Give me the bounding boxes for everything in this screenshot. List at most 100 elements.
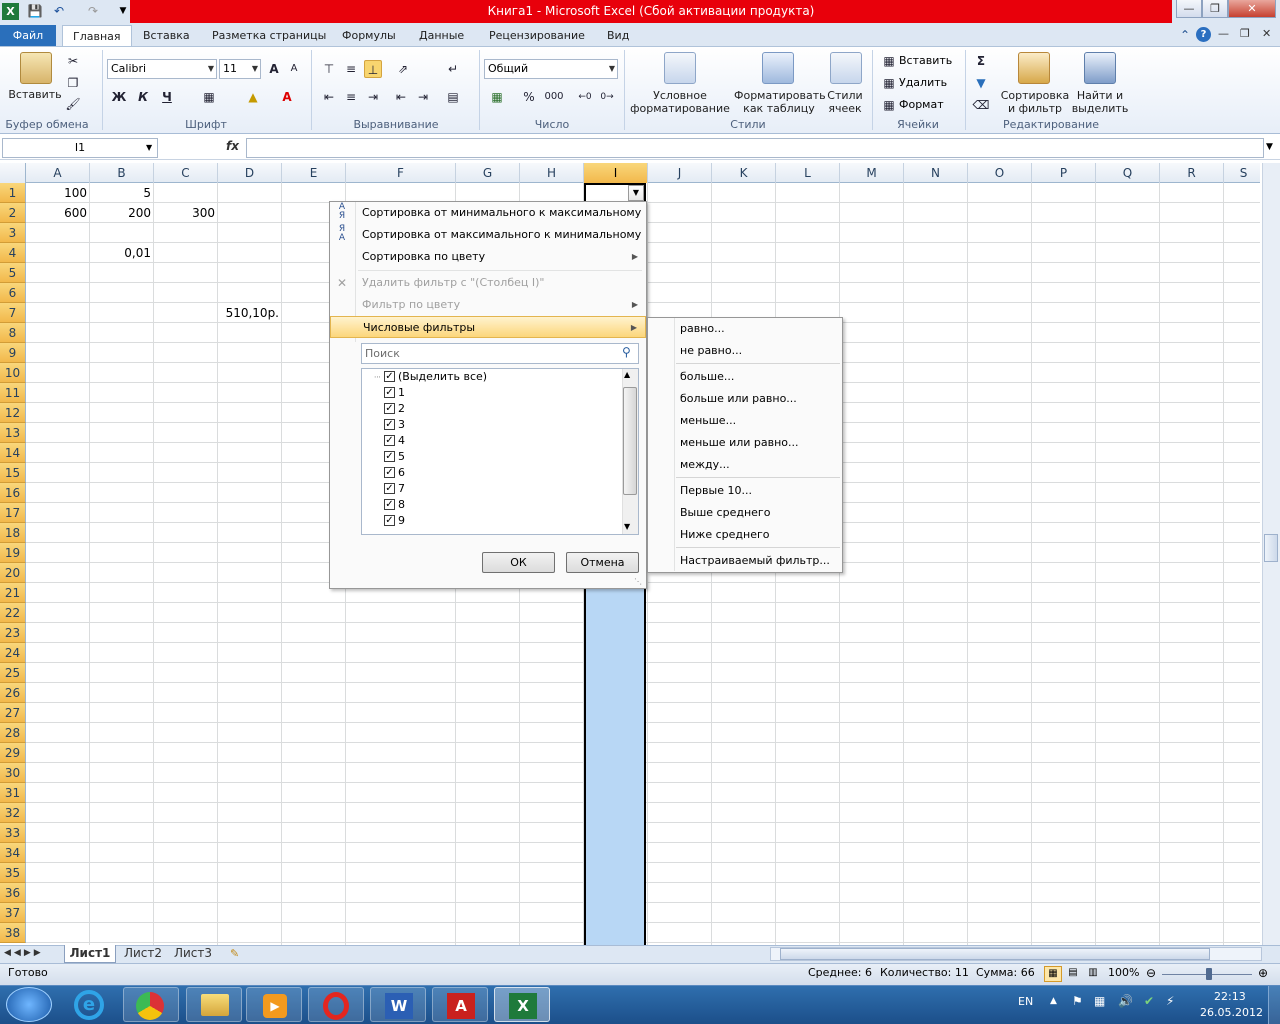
show-hidden-icons-icon[interactable]: ▲ — [1050, 996, 1057, 1006]
column-header-P[interactable]: P — [1032, 163, 1096, 183]
align-middle-icon[interactable]: ≡ — [342, 60, 360, 78]
orientation-icon[interactable]: ⇗ — [394, 60, 412, 78]
number-filter-option[interactable]: меньше или равно... — [680, 432, 799, 454]
row-header-25[interactable]: 25 — [0, 663, 26, 683]
fill-color-icon[interactable]: ▲ — [244, 88, 262, 106]
row-header-36[interactable]: 36 — [0, 883, 26, 903]
column-header-A[interactable]: A — [26, 163, 90, 183]
scroll-down-icon[interactable]: ▼ — [624, 522, 630, 531]
number-filter-option[interactable]: меньше... — [680, 410, 736, 432]
cancel-button[interactable]: Отмена — [566, 552, 639, 573]
taskbar-excel-icon[interactable]: X — [494, 987, 550, 1022]
undo-icon[interactable]: ↶ — [50, 3, 68, 20]
zoom-in-icon[interactable]: ⊕ — [1258, 966, 1268, 980]
menu-sort-by-color[interactable]: Сортировка по цвету ▶ — [330, 246, 646, 268]
taskbar-media-player-icon[interactable]: ▶ — [246, 987, 302, 1022]
maximize-button[interactable]: ❐ — [1202, 0, 1228, 18]
checkbox-checked-icon[interactable]: ✓ — [384, 451, 395, 462]
show-desktop-button[interactable] — [1268, 986, 1280, 1024]
cell-A2[interactable]: 600 — [26, 203, 90, 223]
safely-remove-icon[interactable]: ✔ — [1144, 994, 1154, 1008]
align-bottom-icon[interactable]: ⊥ — [364, 60, 382, 78]
number-filter-option[interactable]: Настраиваемый фильтр... — [680, 550, 830, 572]
page-layout-view-icon[interactable]: ▤ — [1064, 966, 1082, 982]
font-size-combo[interactable]: 11 ▼ — [219, 59, 261, 79]
row-header-33[interactable]: 33 — [0, 823, 26, 843]
tab-home[interactable]: Главная — [62, 25, 132, 46]
filter-search-input[interactable]: Поиск — [361, 343, 639, 364]
volume-icon[interactable]: 🔊 — [1118, 994, 1133, 1008]
row-header-16[interactable]: 16 — [0, 483, 26, 503]
number-filter-option[interactable]: между... — [680, 454, 730, 476]
row-header-18[interactable]: 18 — [0, 523, 26, 543]
column-header-L[interactable]: L — [776, 163, 840, 183]
checkbox-checked-icon[interactable]: ✓ — [384, 467, 395, 478]
clock-time[interactable]: 22:13 — [1214, 990, 1246, 1003]
thousands-button[interactable]: 000 — [542, 88, 566, 106]
insert-cells-icon[interactable]: ▦ — [880, 52, 898, 70]
fill-icon[interactable]: ▼ — [972, 74, 990, 92]
format-table-icon[interactable] — [762, 52, 794, 84]
filter-value-item[interactable]: ✓ 4 — [384, 433, 405, 449]
checkbox-checked-icon[interactable]: ✓ — [384, 483, 395, 494]
name-box[interactable]: I1 — [2, 138, 158, 158]
format-table-button[interactable]: Форматировать как таблицу — [734, 89, 826, 115]
row-header-9[interactable]: 9 — [0, 343, 26, 363]
row-header-11[interactable]: 11 — [0, 383, 26, 403]
format-painter-icon[interactable]: 🖌 — [64, 95, 82, 113]
redo-icon[interactable]: ↷ — [84, 3, 102, 20]
column-header-C[interactable]: C — [154, 163, 218, 183]
filter-value-item[interactable]: ✓ 3 — [384, 417, 405, 433]
column-header-B[interactable]: B — [90, 163, 154, 183]
row-header-31[interactable]: 31 — [0, 783, 26, 803]
taskbar-explorer-icon[interactable] — [186, 987, 242, 1022]
shrink-font-icon[interactable]: A — [285, 60, 303, 78]
filter-value-item[interactable]: ✓ 2 — [384, 401, 405, 417]
row-header-37[interactable]: 37 — [0, 903, 26, 923]
row-header-26[interactable]: 26 — [0, 683, 26, 703]
filter-value-item[interactable]: ✓ 6 — [384, 465, 405, 481]
select-all-corner[interactable] — [0, 163, 26, 183]
zoom-out-icon[interactable]: ⊖ — [1146, 966, 1156, 980]
doc-restore-icon[interactable]: ❐ — [1240, 27, 1250, 40]
column-header-H[interactable]: H — [520, 163, 584, 183]
doc-minimize-icon[interactable]: — — [1218, 27, 1229, 40]
tab-formulas[interactable]: Формулы — [332, 25, 406, 46]
increase-indent-icon[interactable]: ⇥ — [414, 88, 432, 106]
column-header-O[interactable]: O — [968, 163, 1032, 183]
checkbox-checked-icon[interactable]: ✓ — [384, 515, 395, 526]
column-header-J[interactable]: J — [648, 163, 712, 183]
column-header-M[interactable]: M — [840, 163, 904, 183]
borders-icon[interactable]: ▦ — [200, 88, 218, 106]
resize-grip-icon[interactable]: ⋱ — [634, 577, 642, 586]
row-header-23[interactable]: 23 — [0, 623, 26, 643]
insert-function-button[interactable]: fx — [226, 139, 239, 153]
row-header-17[interactable]: 17 — [0, 503, 26, 523]
filter-dropdown-button[interactable]: ▼ — [628, 185, 644, 201]
font-color-icon[interactable]: A — [278, 88, 296, 106]
taskbar-opera-icon[interactable] — [308, 987, 364, 1022]
row-header-2[interactable]: 2 — [0, 203, 26, 223]
cell-B1[interactable]: 5 — [90, 183, 154, 203]
align-center-icon[interactable]: ≡ — [342, 88, 360, 106]
row-header-14[interactable]: 14 — [0, 443, 26, 463]
sheet-tab-3[interactable]: Лист3 — [170, 945, 216, 963]
row-header-10[interactable]: 10 — [0, 363, 26, 383]
menu-filter-by-color[interactable]: Фильтр по цвету ▶ — [330, 294, 646, 316]
format-cells-button[interactable]: Формат — [899, 98, 944, 111]
filter-value-item[interactable]: ✓ 7 — [384, 481, 405, 497]
conditional-format-button[interactable]: Условное форматирование — [628, 89, 732, 115]
column-header-R[interactable]: R — [1160, 163, 1224, 183]
minimize-button[interactable]: — — [1176, 0, 1202, 18]
ribbon-collapse-icon[interactable]: ⌃ — [1180, 28, 1190, 42]
tab-view[interactable]: Вид — [597, 25, 639, 46]
name-box-dropdown-icon[interactable]: ▼ — [146, 143, 152, 152]
row-header-35[interactable]: 35 — [0, 863, 26, 883]
column-header-Q[interactable]: Q — [1096, 163, 1160, 183]
italic-button[interactable]: К — [134, 88, 152, 106]
row-header-5[interactable]: 5 — [0, 263, 26, 283]
column-header-G[interactable]: G — [456, 163, 520, 183]
number-filter-option[interactable]: Выше среднего — [680, 502, 770, 524]
column-header-N[interactable]: N — [904, 163, 968, 183]
cut-icon[interactable]: ✂ — [64, 52, 82, 70]
